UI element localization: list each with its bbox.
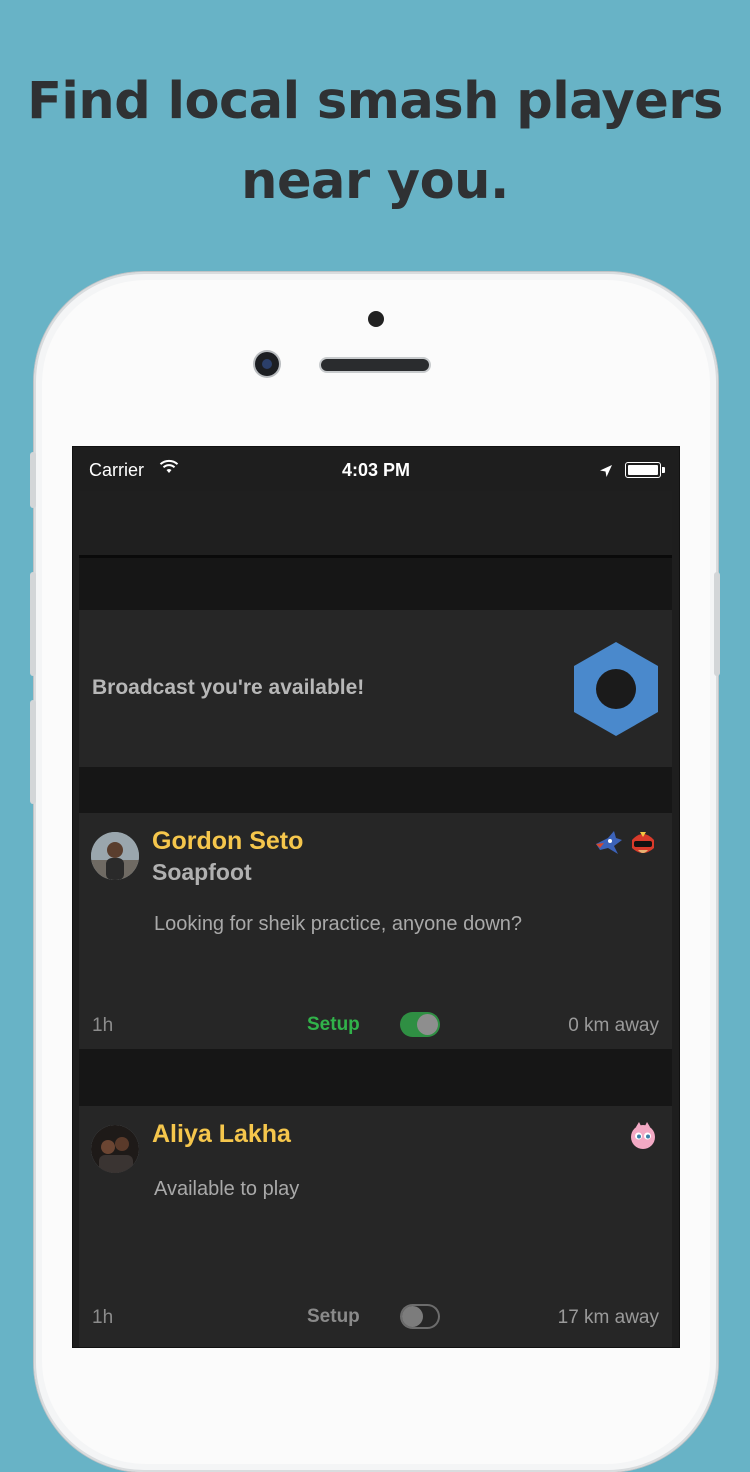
section-gap [79,1049,672,1106]
post-message: Looking for sheik practice, anyone down? [154,913,523,935]
section-gap [79,558,672,610]
avatar[interactable] [91,832,139,880]
status-time: 4:03 PM [341,460,411,480]
jigglypuff-icon [631,1122,655,1149]
player-name[interactable]: Gordon Seto [152,827,303,856]
setup-label: Setup [307,1306,360,1327]
broadcast-availability-row[interactable]: Broadcast you're available! [79,610,672,767]
headline-line-2: near you. [241,152,509,211]
battery-icon [625,462,665,478]
post-time: 1h [92,1307,114,1328]
mute-switch [30,452,36,508]
post-message: Available to play [154,1178,300,1200]
post-card[interactable]: Aliya Lakha Available to play 1h Setup 1… [79,1106,672,1347]
proximity-sensor [368,311,384,327]
character-icons [594,828,658,858]
setup-label: Setup [307,1014,360,1035]
phone-screen: Carrier 4:03 PM Broadcast you're availab… [72,446,680,1348]
player-name[interactable]: Aliya Lakha [152,1120,291,1149]
power-button [714,572,720,676]
post-footer: 1h Setup 0 km away [92,1011,659,1041]
location-arrow-icon [599,462,613,483]
character-icons [628,1121,658,1151]
navigation-bar [79,491,672,558]
headline-line-1: Find local smash players [27,72,723,131]
status-bar: Carrier 4:03 PM [73,447,679,491]
falco-icon [596,831,622,854]
setup-toggle[interactable] [400,1304,440,1329]
headline: Find local smash players near you. [0,62,750,222]
avatar[interactable] [91,1125,139,1173]
setup-toggle[interactable] [400,1012,440,1037]
post-footer: 1h Setup 17 km away [92,1303,659,1333]
post-time: 1h [92,1015,114,1036]
captain-falcon-icon [632,832,654,853]
volume-down-button [30,700,36,804]
distance-label: 0 km away [568,1015,659,1036]
front-camera [255,352,279,376]
distance-label: 17 km away [557,1307,659,1328]
player-tag: Soapfoot [152,859,252,885]
hexagon-toggle-icon[interactable] [572,640,660,743]
section-gap [79,767,672,813]
volume-up-button [30,572,36,676]
broadcast-label: Broadcast you're available! [92,676,365,699]
earpiece-speaker [321,359,429,371]
post-card[interactable]: Gordon Seto Soapfoot Looking for sheik p… [79,813,672,1049]
